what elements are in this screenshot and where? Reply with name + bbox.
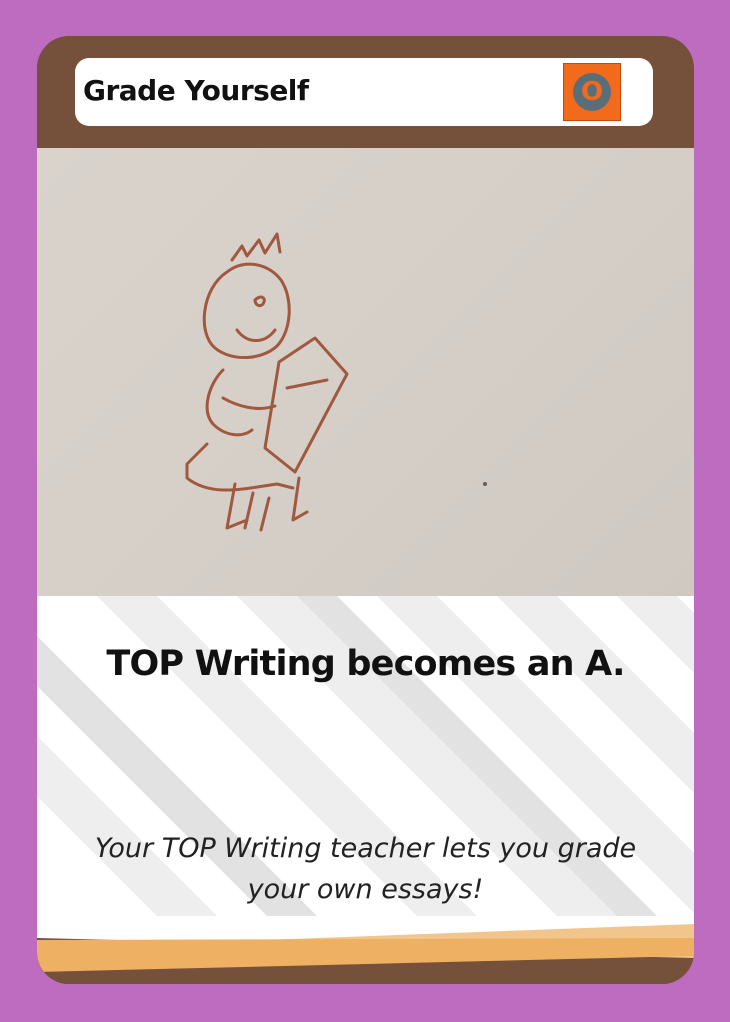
illustration-photo	[37, 148, 694, 596]
card: Grade Yourself O TOP Writing becomes an …	[37, 36, 694, 984]
headline: TOP Writing becomes an A.	[106, 644, 625, 684]
badge-icon: O	[563, 63, 621, 121]
text-panel: TOP Writing becomes an A. Your TOP Writi…	[37, 596, 694, 916]
title-bar: Grade Yourself O	[75, 58, 653, 126]
bottom-accent-band	[37, 916, 694, 984]
card-title: Grade Yourself	[83, 74, 309, 107]
stick-figure-drawing-icon	[185, 232, 487, 532]
description: Your TOP Writing teacher lets you grade …	[94, 833, 637, 905]
badge-letter: O	[573, 73, 611, 111]
